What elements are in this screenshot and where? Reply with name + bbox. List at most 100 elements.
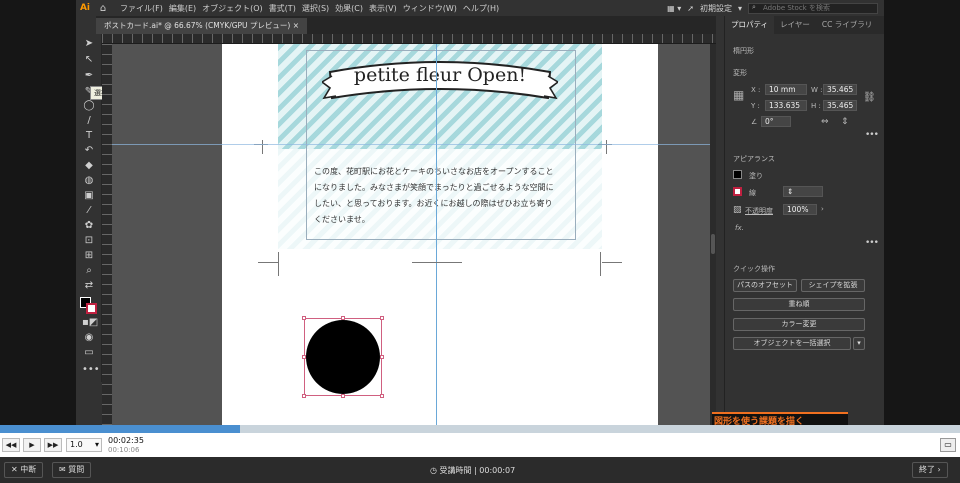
chevron-down-icon[interactable]: ▾ [853,337,865,350]
tools-panel: ➤ ↖ ✒ ✎ ◯ / T ↶ ◆ ◍ ▣ ⁄ ✿ ⊡ ⊞ ⌕ ⇄ ▪◩ ◉ ▭… [76,34,146,382]
tab-layers[interactable]: レイヤー [774,16,816,34]
menu-file[interactable]: ファイル(F) [120,3,163,14]
type-tool-icon[interactable]: T [82,130,96,142]
reference-point-icon[interactable]: ▦ [733,88,744,102]
elapsed-label: 受講時間 | 00:00:07 [439,466,516,475]
menu-object[interactable]: オブジェクト(O) [202,3,263,14]
clock-icon: ◷ [430,466,440,475]
height-field[interactable]: 35.465 r [823,100,857,111]
swap-colors-icon[interactable]: ⇄ [82,280,96,292]
announcement-text[interactable]: この度、花町駅にお花とケーキのちいさなお店をオープンすること になりました。みな… [314,164,584,228]
y-field[interactable]: 133.635 [765,100,807,111]
stroke-swatch[interactable] [733,187,742,196]
offset-path-button[interactable]: パスのオフセット [733,279,797,292]
menu-window[interactable]: ウィンドウ(W) [403,3,457,14]
symbol-sprayer-icon[interactable]: ⊡ [82,235,96,247]
home-icon[interactable]: ⌂ [94,3,112,14]
resize-handle[interactable] [302,316,306,320]
width-field[interactable]: 35.465 r [823,84,857,95]
rewind-icon[interactable]: ◀◀ [2,438,20,452]
crop-mark [278,252,279,276]
suspend-button[interactable]: ✕ 中断 [4,462,44,478]
opacity-field[interactable]: 100% [783,204,817,215]
tab-cc-libraries[interactable]: CC ライブラリ [816,16,878,34]
fx-icon[interactable]: fx. [735,224,744,232]
draw-mode-icon[interactable]: ◉ [82,332,96,344]
link-icon[interactable]: ⛓ [863,92,876,103]
question-button[interactable]: ✉ 質問 [52,462,92,478]
canvas[interactable]: petite fleur Open! この度、花町駅にお花とケーキのちいさなお店… [112,44,716,425]
tab-properties[interactable]: プロパティ [725,16,775,34]
scroll-thumb[interactable] [711,234,715,254]
send-icon[interactable]: ➚ [687,4,694,13]
angle-field[interactable]: 0° [761,116,791,127]
chevron-down-icon[interactable]: ▾ [738,4,742,13]
menu-effect[interactable]: 効果(C) [335,3,363,14]
zoom-tool-icon[interactable]: ⌕ [82,265,96,277]
play-icon[interactable]: ▶ [23,438,41,452]
select-same-button[interactable]: オブジェクトを一括選択 [733,337,851,350]
artboard-tool-icon[interactable]: ⊞ [82,250,96,262]
direct-selection-tool-icon[interactable]: ↖ [82,54,96,66]
color-mode-icon[interactable]: ▪◩ [82,317,98,329]
fill-swatch[interactable] [733,170,742,179]
pen-tool-icon[interactable]: ✒ [82,70,96,82]
resize-handle[interactable] [380,316,384,320]
recolor-button[interactable]: カラー変更 [733,318,865,331]
ellipse-tool-icon[interactable]: ◯ [82,100,96,112]
rotate-tool-icon[interactable]: ↶ [82,145,96,157]
menu-view[interactable]: 表示(V) [369,3,397,14]
close-icon[interactable]: × [293,21,299,30]
screen-toggle-icon[interactable]: ▭ [940,438,956,452]
vertical-ruler[interactable] [102,44,112,425]
resize-handle[interactable] [380,394,384,398]
screen-mode-icon[interactable]: ▭ [82,347,96,359]
left-margin [0,0,76,425]
flip-horizontal-icon[interactable]: ⇔ [821,117,829,127]
document-tab[interactable]: ポストカード.ai* @ 66.67% (CMYK/GPU プレビュー) × [96,18,308,34]
arrange-button[interactable]: 重ね順 [733,298,865,311]
resize-handle[interactable] [341,316,345,320]
selection-bounding-box[interactable] [304,318,382,396]
menu-edit[interactable]: 編集(E) [169,3,196,14]
vertical-scrollbar[interactable] [710,44,716,425]
gradient-tool-icon[interactable]: ▣ [82,190,96,202]
more-tools-icon[interactable]: ••• [82,364,100,376]
brush-tool-icon[interactable]: / [82,115,96,127]
resize-handle[interactable] [341,394,345,398]
resize-handle[interactable] [380,355,384,359]
more-options-icon[interactable]: ••• [865,238,879,248]
stroke-weight-field[interactable]: ⇕ [783,186,823,197]
resize-handle[interactable] [302,355,306,359]
eyedropper-tool-icon[interactable]: ⁄ [82,205,96,217]
opacity-label[interactable]: 不透明度 [745,206,773,216]
chevron-right-icon[interactable]: › [821,205,824,213]
progress-fill [0,425,240,433]
menu-type[interactable]: 書式(T) [269,3,296,14]
more-options-icon[interactable]: ••• [865,130,879,140]
playback-speed-select[interactable]: 1.0 ▾ [66,438,102,452]
horizontal-ruler[interactable] [102,34,716,44]
stock-search-input[interactable]: Adobe Stock を検索 [748,2,878,14]
video-progress-bar[interactable] [0,425,960,433]
menu-select[interactable]: 選択(S) [302,3,329,14]
horizontal-guide[interactable] [112,144,716,145]
x-field[interactable]: 10 mm [765,84,807,95]
menu-help[interactable]: ヘルプ(H) [463,3,499,14]
layout-icon[interactable]: ▦ ▾ [667,4,681,13]
shape-builder-icon[interactable]: ◍ [82,175,96,187]
selection-tool-icon[interactable]: ➤ [82,38,96,50]
vertical-guide[interactable] [436,44,437,425]
expand-shape-button[interactable]: シェイプを拡張 [801,279,865,292]
workspace-switcher[interactable]: 初期設定 [700,3,732,14]
artboard[interactable]: petite fleur Open! この度、花町駅にお花とケーキのちいさなお店… [222,44,658,425]
end-button[interactable]: 終了 › [912,462,948,478]
stroke-color-swatch[interactable] [86,303,97,314]
banner-title[interactable]: petite fleur Open! [322,64,558,86]
illustrator-window: Ai ⌂ ファイル(F) 編集(E) オブジェクト(O) 書式(T) 選択(S)… [76,0,884,425]
resize-handle[interactable] [302,394,306,398]
eraser-tool-icon[interactable]: ◆ [82,160,96,172]
flip-vertical-icon[interactable]: ⇕ [841,117,849,127]
blend-tool-icon[interactable]: ✿ [82,220,96,232]
fast-forward-icon[interactable]: ▶▶ [44,438,62,452]
